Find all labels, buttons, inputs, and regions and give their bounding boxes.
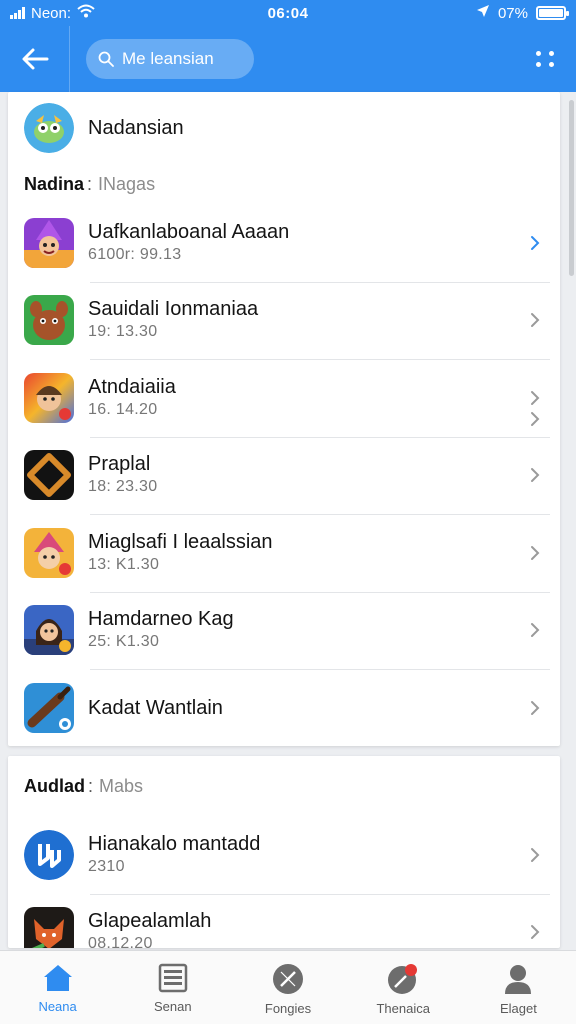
list-item[interactable]: Miaglsafi I leaalssian 13: K1.30: [8, 514, 560, 592]
app-name: Sauidali Ionmaniaa: [88, 298, 259, 321]
chevron-right-icon: [531, 925, 540, 940]
more-options-button[interactable]: [534, 47, 558, 71]
wizard-app-icon: [24, 217, 74, 268]
nav-item-profile[interactable]: Elaget: [461, 951, 576, 1024]
app-meta: 18: 23.30: [88, 478, 158, 496]
audio-card: Audlad : Mabs Hianakalo mantadd 2310 Gla…: [8, 756, 560, 948]
app-meta: 16. 14.20: [88, 400, 158, 418]
gnome-app-icon: [24, 527, 74, 578]
apps-card: Nadansian Nadina : INagas Uafkanlaboanal…: [8, 92, 560, 746]
app-bar: Me leansian: [0, 26, 576, 92]
chevron-right-icon: [531, 235, 540, 250]
chevron-right-icon: [531, 623, 540, 638]
status-bar: Neon: 06:04 07%: [0, 0, 576, 26]
search-icon: [98, 51, 114, 67]
scrollbar[interactable]: [569, 100, 574, 276]
app-meta: 6100r: 99.13: [88, 245, 182, 263]
section-title: Nadina: [24, 173, 85, 194]
chevron-right-icon: [531, 390, 540, 405]
search-bar[interactable]: Me leansian: [86, 39, 254, 79]
battery-percent: 07%: [497, 4, 528, 22]
list-item[interactable]: Praplal 18: 23.30: [8, 436, 560, 515]
app-name: Praplal: [88, 453, 151, 476]
featured-app-icon: [24, 103, 74, 153]
logo-app-icon: [24, 829, 74, 880]
section-header-audlad: Audlad : Mabs: [24, 775, 144, 796]
character-app-icon: [24, 605, 74, 656]
compass-icon: [273, 964, 303, 994]
nav-label: Fongies: [264, 1001, 312, 1016]
profile-icon: [505, 965, 532, 994]
section-subtitle: INagas: [98, 173, 156, 194]
search-text: Me leansian: [122, 49, 214, 68]
nav-item-list[interactable]: Senan: [115, 951, 230, 1024]
section-title: Audlad: [24, 775, 85, 796]
list-item[interactable]: Atndaiaiia 16. 14.20: [8, 359, 560, 437]
app-meta: 08.12.20: [88, 935, 153, 948]
featured-item-label: Nadansian: [88, 116, 184, 139]
location-icon: [476, 4, 490, 22]
back-button[interactable]: [0, 26, 70, 92]
app-name: Atndaiaiia: [88, 375, 176, 398]
fox-app-icon: [24, 907, 74, 948]
nav-label: Neana: [38, 999, 77, 1014]
chevron-right-icon: [531, 847, 540, 862]
chevron-right-icon: [531, 700, 540, 715]
nav-label: Senan: [154, 999, 192, 1014]
hero-app-icon: [24, 372, 74, 423]
signal-icon: [10, 7, 25, 19]
app-meta: 13: K1.30: [88, 555, 160, 573]
nav-item-notifications[interactable]: Thenaica: [346, 951, 461, 1024]
app-meta: 19: 13.30: [88, 323, 158, 341]
app-name: Glapealamlah: [88, 910, 212, 933]
featured-item[interactable]: Nadansian: [8, 92, 560, 426]
nav-label: Elaget: [499, 1001, 537, 1016]
app-name: Hamdarneo Kag: [88, 608, 234, 631]
app-name: Miaglsafi I leaalssian: [88, 530, 273, 553]
app-name: Uafkanlaboanal Aaaan: [88, 220, 290, 243]
list-item[interactable]: Glapealamlah 08.12.20: [8, 893, 560, 948]
app-name: Kadat Wantlain: [88, 696, 223, 719]
chevron-right-icon: [531, 468, 540, 483]
list-item[interactable]: Hamdarneo Kag 25: K1.30: [8, 591, 560, 670]
nav-item-home[interactable]: Neana: [0, 951, 115, 1024]
guitar-app-icon: [24, 682, 74, 733]
list-item[interactable]: Kadat Wantlain: [8, 669, 560, 747]
list-item[interactable]: Sauidali Ionmaniaa 19: 13.30: [8, 281, 560, 360]
diamond-app-icon: [24, 450, 74, 501]
nav-item-compass[interactable]: Fongies: [230, 951, 345, 1024]
back-arrow-icon: [22, 48, 48, 70]
battery-icon: [536, 6, 569, 20]
list-item[interactable]: Hianakalo mantadd 2310: [8, 816, 560, 894]
section-subtitle: Mabs: [99, 775, 144, 796]
notification-icon: [388, 964, 418, 994]
app-meta: 2310: [88, 857, 125, 875]
list-icon: [158, 963, 188, 993]
chevron-right-icon: [531, 313, 540, 328]
home-icon: [43, 965, 72, 991]
section-header-nadina: Nadina : INagas: [24, 173, 156, 194]
wifi-icon: [77, 4, 95, 22]
app-meta: 25: K1.30: [88, 633, 160, 651]
carrier-label: Neon:: [31, 4, 72, 22]
app-name: Hianakalo mantadd: [88, 832, 261, 855]
bottom-navigation: Neana Senan Fongies Thenaica Elaget: [0, 950, 576, 1024]
clock: 06:04: [267, 4, 309, 22]
list-item[interactable]: Uafkanlaboanal Aaaan 6100r: 99.13: [8, 204, 560, 282]
nav-label: Thenaica: [376, 1001, 430, 1016]
creature-app-icon: [24, 295, 74, 346]
chevron-right-icon: [531, 545, 540, 560]
